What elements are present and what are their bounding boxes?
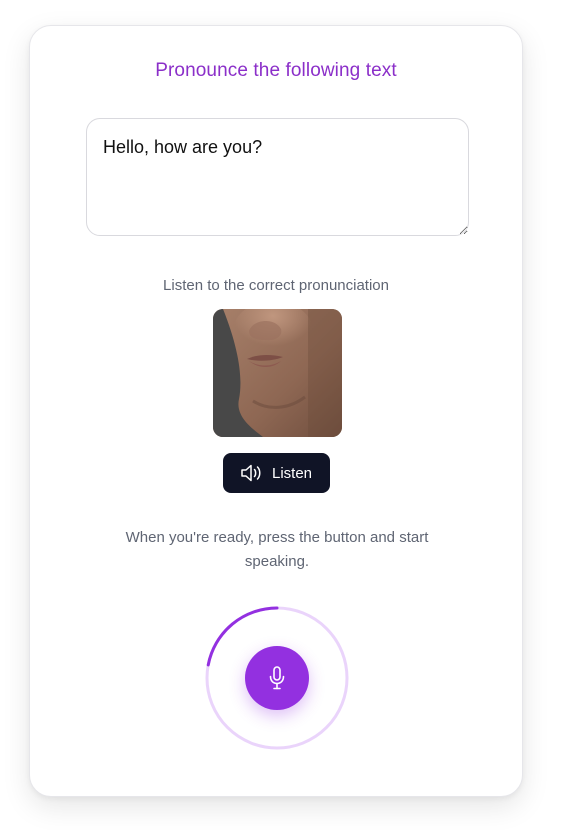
microphone-icon xyxy=(268,666,286,690)
pronunciation-video xyxy=(213,309,342,437)
page-title: Pronounce the following text xyxy=(155,60,397,81)
pronunciation-card: Pronounce the following text Hello, how … xyxy=(29,25,523,797)
listen-button-label: Listen xyxy=(271,464,313,482)
listen-caption: Listen to the correct pronunciation xyxy=(163,277,389,294)
record-control xyxy=(204,605,350,751)
instructions-text: When you're ready, press the button and … xyxy=(125,529,429,570)
record-button[interactable] xyxy=(245,646,309,710)
speaker-icon xyxy=(241,463,263,483)
text-to-pronounce-input[interactable]: Hello, how are you? xyxy=(86,118,469,236)
listen-button[interactable]: Listen xyxy=(223,453,330,493)
